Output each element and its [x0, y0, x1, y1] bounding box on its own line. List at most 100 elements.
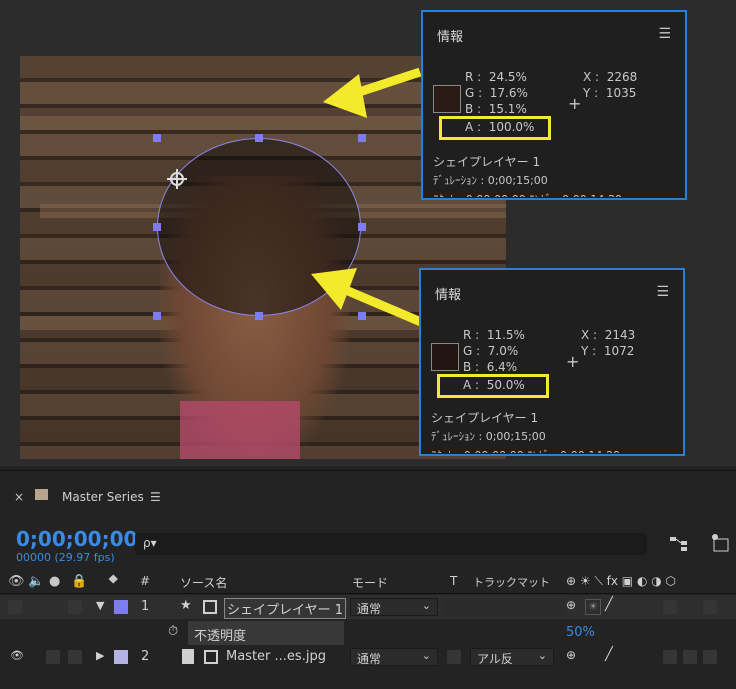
bounding-handle[interactable]	[358, 134, 366, 142]
blend-mode-value: 通常	[357, 602, 382, 616]
panel-title: 情報	[435, 288, 462, 303]
column-track-matte[interactable]: トラックマット	[473, 574, 550, 590]
column-mode[interactable]: モード	[352, 574, 388, 591]
timeline-panel: × Master Series ☰ 0;00;00;00 00000 (29.9…	[0, 470, 736, 689]
blue-value: B : 15.1%	[465, 102, 527, 116]
preserve-transparency-toggle[interactable]	[447, 650, 461, 664]
blend-mode-dropdown[interactable]: 通常 ⌄	[350, 598, 438, 616]
truncated-line: ｽﾀｰﾄ : 0;00;00;00 ｴﾝﾄﾞ : 0;00;14;29	[431, 447, 620, 453]
stopwatch-icon[interactable]: ⏱	[168, 624, 178, 639]
panel-menu-icon[interactable]: ☰	[658, 26, 671, 42]
bounding-handle[interactable]	[153, 312, 161, 320]
color-swatch	[431, 343, 459, 371]
switch-box[interactable]	[663, 600, 677, 614]
label-tag-icon[interactable]: ⯁	[108, 573, 118, 588]
chevron-down-icon: ⌄	[421, 599, 431, 612]
x-coordinate: X : 2143	[581, 328, 636, 342]
bounding-handle[interactable]	[153, 223, 161, 231]
image-file-icon	[182, 649, 194, 664]
info-panel-top: 情報 ☰ R : 24.5% G : 17.6% B : 15.1% A : 1…	[421, 10, 687, 200]
layer-type-icon	[204, 650, 218, 664]
panel-menu-icon[interactable]: ☰	[656, 284, 669, 300]
solo-toggle[interactable]	[46, 650, 60, 664]
red-value: R : 11.5%	[463, 328, 525, 342]
column-t: T	[450, 574, 458, 588]
twirl-down-icon[interactable]: ▼	[96, 599, 104, 612]
shape-layer-star-icon: ★	[180, 598, 192, 613]
column-switches: ⊕ ☀ ⟍ fx ▣ ◐ ◑ ⬡	[566, 574, 676, 588]
switch-box[interactable]	[703, 600, 717, 614]
green-value: G : 17.6%	[465, 86, 528, 100]
chevron-down-icon: ⌄	[421, 649, 431, 662]
property-row[interactable]: ⏱ 不透明度 50%	[0, 621, 736, 645]
flowchart-icon[interactable]	[668, 533, 690, 553]
blend-mode-dropdown[interactable]: 通常 ⌄	[350, 648, 438, 666]
arrow-icon	[311, 268, 423, 327]
layer-name-field[interactable]: シェイプレイヤー 1	[224, 598, 347, 619]
blend-mode-value: 通常	[357, 652, 382, 666]
visibility-toggle[interactable]	[8, 600, 22, 614]
layer-name[interactable]: Master ...es.jpg	[226, 649, 326, 664]
layer-row[interactable]: 👁 ▶ 2 Master ...es.jpg 通常 ⌄ アル反 ⌄ ⊕ ╱	[0, 645, 736, 669]
solo-icon[interactable]: ●	[49, 574, 60, 589]
track-matte-value: アル反	[477, 652, 513, 666]
shy-layers-icon[interactable]	[708, 531, 734, 555]
duration: ﾃﾞｭﾚｰｼｮﾝ : 0;00;15;00	[431, 430, 546, 443]
lock-toggle[interactable]	[68, 600, 82, 614]
label-color-swatch[interactable]	[114, 600, 128, 614]
track-matte-dropdown[interactable]: アル反 ⌄	[470, 648, 554, 666]
tab-menu-icon[interactable]: ☰	[150, 490, 161, 504]
eye-icon[interactable]: 👁	[8, 574, 25, 589]
track-matte-empty	[444, 598, 564, 616]
close-icon[interactable]: ×	[14, 490, 24, 504]
bounding-handle[interactable]	[358, 223, 366, 231]
alpha-value: A : 100.0%	[465, 120, 535, 134]
composition-tab-label[interactable]: Master Series	[62, 490, 144, 504]
anchor-point-icon[interactable]	[167, 169, 187, 189]
color-swatch	[433, 85, 461, 113]
label-color-swatch[interactable]	[114, 650, 128, 664]
switch-box[interactable]	[683, 650, 697, 664]
person-shorts	[180, 401, 300, 459]
switch-box[interactable]	[703, 650, 717, 664]
bounding-handle[interactable]	[255, 134, 263, 142]
layer-type-icon	[203, 600, 217, 614]
search-icon: ρ▾	[143, 536, 157, 550]
column-source-name[interactable]: ソース名	[180, 574, 227, 591]
layer-row[interactable]: ▼ 1 ★ シェイプレイヤー 1 通常 ⌄ ⊕ ☀ ╱	[0, 595, 736, 619]
chevron-down-icon: ⌄	[537, 649, 547, 662]
crosshair-icon: +	[568, 94, 582, 113]
lock-icon[interactable]: 🔒	[71, 574, 87, 589]
bounding-handle[interactable]	[153, 134, 161, 142]
layer-index: 2	[141, 649, 150, 664]
y-coordinate: Y : 1035	[583, 86, 637, 100]
red-value: R : 24.5%	[465, 70, 527, 84]
column-number: #	[140, 574, 151, 588]
blue-value: B : 6.4%	[463, 360, 518, 374]
layer-name: シェイプレイヤー 1	[431, 411, 539, 425]
bounding-handle[interactable]	[255, 312, 263, 320]
frame-rate-display: 00000 (29.97 fps)	[16, 551, 115, 564]
composition-icon	[35, 489, 48, 500]
layer-name: シェイプレイヤー 1	[433, 155, 541, 169]
property-name-bg: 不透明度	[188, 621, 344, 645]
timeline-tab: × Master Series ☰	[0, 471, 736, 511]
lock-toggle[interactable]	[68, 650, 82, 664]
collapse-switch-icon[interactable]: ⊕	[566, 598, 576, 612]
quality-switch-icon[interactable]: ☀	[585, 599, 601, 615]
twirl-right-icon[interactable]: ▶	[96, 649, 104, 662]
eye-icon[interactable]: 👁	[10, 649, 24, 662]
motion-blur-switch-icon[interactable]: ╱	[605, 597, 613, 612]
opacity-value[interactable]: 50%	[566, 625, 595, 640]
motion-blur-switch-icon[interactable]: ╱	[605, 647, 613, 662]
speaker-icon[interactable]: 🔈	[28, 574, 44, 589]
layer-index: 1	[141, 599, 150, 614]
current-time-display[interactable]: 0;00;00;00	[16, 527, 137, 551]
collapse-switch-icon[interactable]: ⊕	[566, 648, 576, 662]
crosshair-icon: +	[566, 352, 580, 371]
search-input[interactable]: ρ▾	[135, 533, 647, 555]
property-name: 不透明度	[194, 629, 247, 644]
truncated-line: ｽﾀｰﾄ : 0;00;00;00 ｴﾝﾄﾞ : 0;00;14;29	[433, 191, 622, 197]
panel-title: 情報	[437, 30, 464, 45]
switch-box[interactable]	[663, 650, 677, 664]
